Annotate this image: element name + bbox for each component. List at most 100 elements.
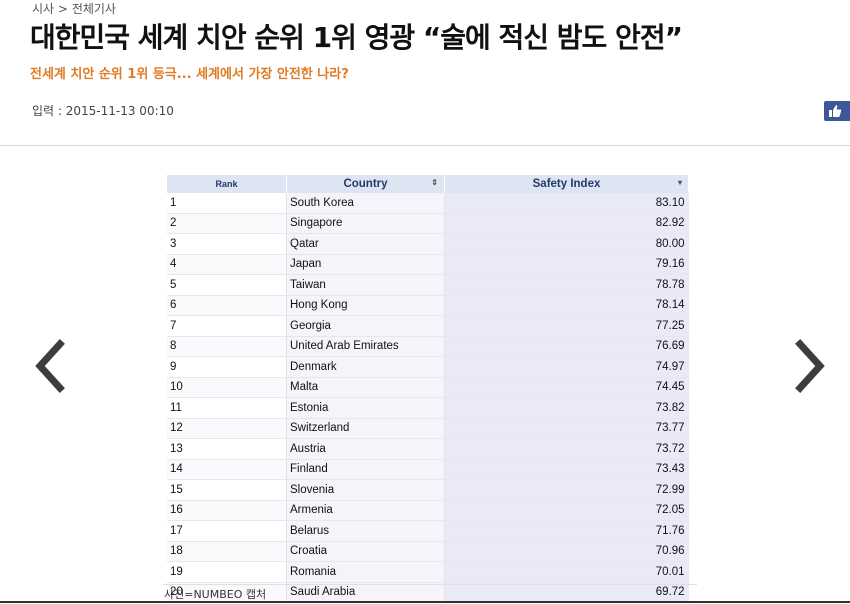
article-headline: 대한민국 세계 치안 순위 1위 영광 “술에 적신 밤도 안전” [30,21,683,54]
rank-cell: 4 [167,254,287,275]
rank-cell: 10 [167,377,287,398]
country-cell: Taiwan [286,274,445,296]
table-row: 3 Qatar 80.00 [167,233,689,255]
sort-both-icon: ⇕ [431,178,438,187]
table-row: 16 Armenia 72.05 [167,500,689,521]
article-subtitle: 전세계 치안 순위 1위 등극... 세계에서 가장 안전한 나라? [30,67,349,82]
chevron-left-icon [35,339,65,393]
gallery-prev-button[interactable] [30,336,70,396]
rank-cell: 8 [167,336,287,357]
table-body: 1 South Korea 83.10 2 Singapore 82.92 3 Qatar 80… [167,193,689,603]
safety-index-cell: 74.97 [444,356,689,378]
safety-index-cell: 71.76 [444,520,689,542]
rank-column-header[interactable]: Rank [167,175,287,193]
table-row: 18 Croatia 70.96 [167,541,689,562]
article-dateline: 입력 : 2015-11-13 00:10 [32,104,174,118]
country-cell: Georgia [286,315,445,337]
safety-index-cell: 73.43 [444,459,689,480]
country-cell: Switzerland [286,418,445,439]
safety-index-cell: 80.00 [444,233,689,255]
table-row: 5 Taiwan 78.78 [167,274,689,296]
rank-cell: 19 [167,561,287,583]
gallery-next-button[interactable] [790,336,830,396]
safety-index-cell: 74.45 [444,377,689,398]
safety-index-cell: 73.77 [444,418,689,439]
table-row: 8 United Arab Emirates 76.69 [167,336,689,357]
chevron-right-icon [795,339,825,393]
country-cell: Denmark [286,356,445,378]
safety-index-cell: 82.92 [444,213,689,234]
safety-index-cell: 79.16 [444,254,689,275]
rank-cell: 6 [167,295,287,316]
country-cell: Croatia [286,541,445,562]
table-row: 17 Belarus 71.76 [167,520,689,542]
table-row: 4 Japan 79.16 [167,254,689,275]
safety-index-cell: 72.05 [444,500,689,521]
table-row: 12 Switzerland 73.77 [167,418,689,439]
rank-cell: 17 [167,520,287,542]
country-cell: United Arab Emirates [286,336,445,357]
breadcrumb: 시사 > 전체기사 [32,2,116,16]
country-cell: Qatar [286,233,445,255]
table-row: 14 Finland 73.43 [167,459,689,480]
table-row: 13 Austria 73.72 [167,438,689,460]
table-row: 10 Malta 74.45 [167,377,689,398]
country-cell: Austria [286,438,445,460]
rank-cell: 5 [167,274,287,296]
rank-cell: 12 [167,418,287,439]
table-row: 2 Singapore 82.92 [167,213,689,234]
header-divider [0,145,850,146]
country-cell: Belarus [286,520,445,542]
country-column-header[interactable]: Country ⇕ [286,175,445,193]
rank-cell: 11 [167,397,287,419]
facebook-like-button[interactable] [824,101,850,121]
rank-cell: 1 [167,193,287,214]
safety-index-table: Rank Country ⇕ Safety Index ▾ 1 South Korea… [167,175,689,603]
table-row: 15 Slovenia 72.99 [167,479,689,501]
country-cell: Estonia [286,397,445,419]
country-cell: Hong Kong [286,295,445,316]
breadcrumb-section-link[interactable]: 시사 [32,2,54,16]
article-photo: Rank Country ⇕ Safety Index ▾ 1 South Korea… [163,173,697,603]
country-cell: Singapore [286,213,445,234]
table-row: 1 South Korea 83.10 [167,193,689,214]
country-cell: South Korea [286,193,445,214]
rank-cell: 14 [167,459,287,480]
safety-index-header-label: Safety Index [532,178,601,190]
country-cell: Armenia [286,500,445,521]
safety-index-cell: 70.01 [444,561,689,583]
table-row: 11 Estonia 73.82 [167,397,689,419]
table-row: 19 Romania 70.01 [167,561,689,583]
table-row: 6 Hong Kong 78.14 [167,295,689,316]
breadcrumb-subsection-link[interactable]: 전체기사 [72,2,116,16]
rank-cell: 18 [167,541,287,562]
country-cell: Romania [286,561,445,583]
table-row: 7 Georgia 77.25 [167,315,689,337]
safety-index-cell: 73.82 [444,397,689,419]
rank-cell: 15 [167,479,287,501]
rank-cell: 13 [167,438,287,460]
thumbs-up-icon [829,105,842,117]
safety-index-cell: 78.78 [444,274,689,296]
breadcrumb-separator: > [57,2,68,16]
safety-index-cell: 72.99 [444,479,689,501]
rank-cell: 7 [167,315,287,337]
rank-cell: 16 [167,500,287,521]
table-header-row: Rank Country ⇕ Safety Index ▾ [167,175,689,193]
country-cell: Finland [286,459,445,480]
rank-cell: 9 [167,356,287,378]
safety-index-cell: 83.10 [444,193,689,214]
safety-index-cell: 76.69 [444,336,689,357]
country-cell: Slovenia [286,479,445,501]
country-cell: Japan [286,254,445,275]
safety-index-column-header[interactable]: Safety Index ▾ [444,175,689,193]
sort-desc-icon: ▾ [677,178,682,187]
rank-cell: 2 [167,213,287,234]
safety-index-cell: 77.25 [444,315,689,337]
country-header-label: Country [343,178,388,190]
rank-header-label: Rank [215,179,238,189]
country-cell: Malta [286,377,445,398]
safety-index-cell: 78.14 [444,295,689,316]
rank-cell: 3 [167,233,287,255]
safety-index-cell: 70.96 [444,541,689,562]
